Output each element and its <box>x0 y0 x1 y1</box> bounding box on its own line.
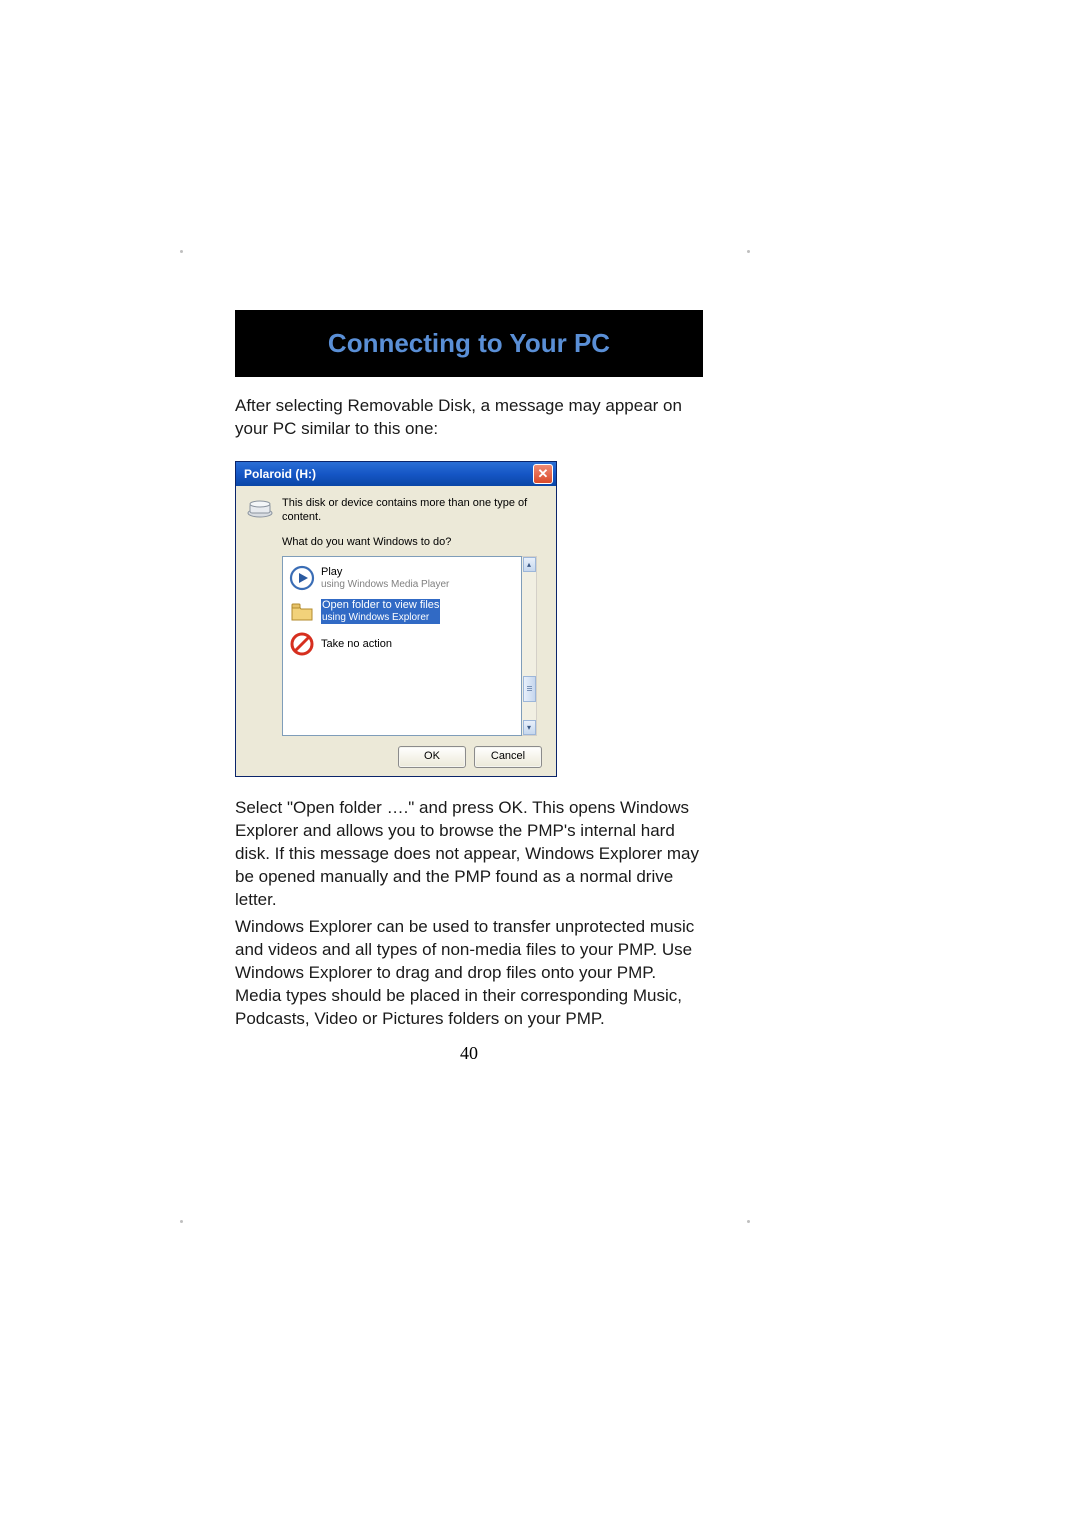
scroll-up-button[interactable]: ▴ <box>523 557 536 572</box>
dialog-message: This disk or device contains more than o… <box>282 496 546 525</box>
list-item[interactable]: Take no action <box>287 629 517 659</box>
no-action-icon <box>289 631 315 657</box>
section-heading: Connecting to Your PC <box>235 310 703 377</box>
close-button[interactable]: ✕ <box>533 464 553 484</box>
cancel-button[interactable]: Cancel <box>474 746 542 768</box>
body-paragraph-1: Select "Open folder …." and press OK. Th… <box>235 797 703 912</box>
dialog-title: Polaroid (H:) <box>244 467 316 481</box>
chevron-up-icon: ▴ <box>527 560 531 569</box>
option-title: Play <box>321 566 449 579</box>
folder-icon <box>289 598 315 624</box>
autoplay-dialog-figure: Polaroid (H:) ✕ This disk or device cont… <box>235 461 557 778</box>
list-item[interactable]: Play using Windows Media Player <box>287 563 517 593</box>
intro-paragraph: After selecting Removable Disk, a messag… <box>235 395 703 441</box>
option-title: Take no action <box>321 638 392 651</box>
body-paragraph-2: Windows Explorer can be used to transfer… <box>235 916 703 1031</box>
dialog-body: This disk or device contains more than o… <box>236 486 556 777</box>
option-title: Open folder to view files <box>321 599 440 612</box>
chevron-down-icon: ▾ <box>527 723 531 732</box>
dialog-prompt: What do you want Windows to do? <box>282 536 546 548</box>
scrollbar[interactable]: ▴ ▾ <box>522 556 537 736</box>
scroll-thumb[interactable] <box>523 676 536 702</box>
document-page: Connecting to Your PC After selecting Re… <box>235 310 703 1064</box>
close-icon: ✕ <box>538 467 549 480</box>
page-number: 40 <box>235 1043 703 1064</box>
dialog-titlebar: Polaroid (H:) ✕ <box>236 462 556 486</box>
scroll-down-button[interactable]: ▾ <box>523 720 536 735</box>
list-item[interactable]: Open folder to view files using Windows … <box>287 596 517 626</box>
play-icon <box>289 565 315 591</box>
removable-disk-icon <box>246 496 274 518</box>
option-sub: using Windows Explorer <box>321 612 440 624</box>
option-sub: using Windows Media Player <box>321 579 449 591</box>
ok-button[interactable]: OK <box>398 746 466 768</box>
autoplay-dialog: Polaroid (H:) ✕ This disk or device cont… <box>235 461 557 778</box>
action-listbox[interactable]: Play using Windows Media Player <box>282 556 522 736</box>
